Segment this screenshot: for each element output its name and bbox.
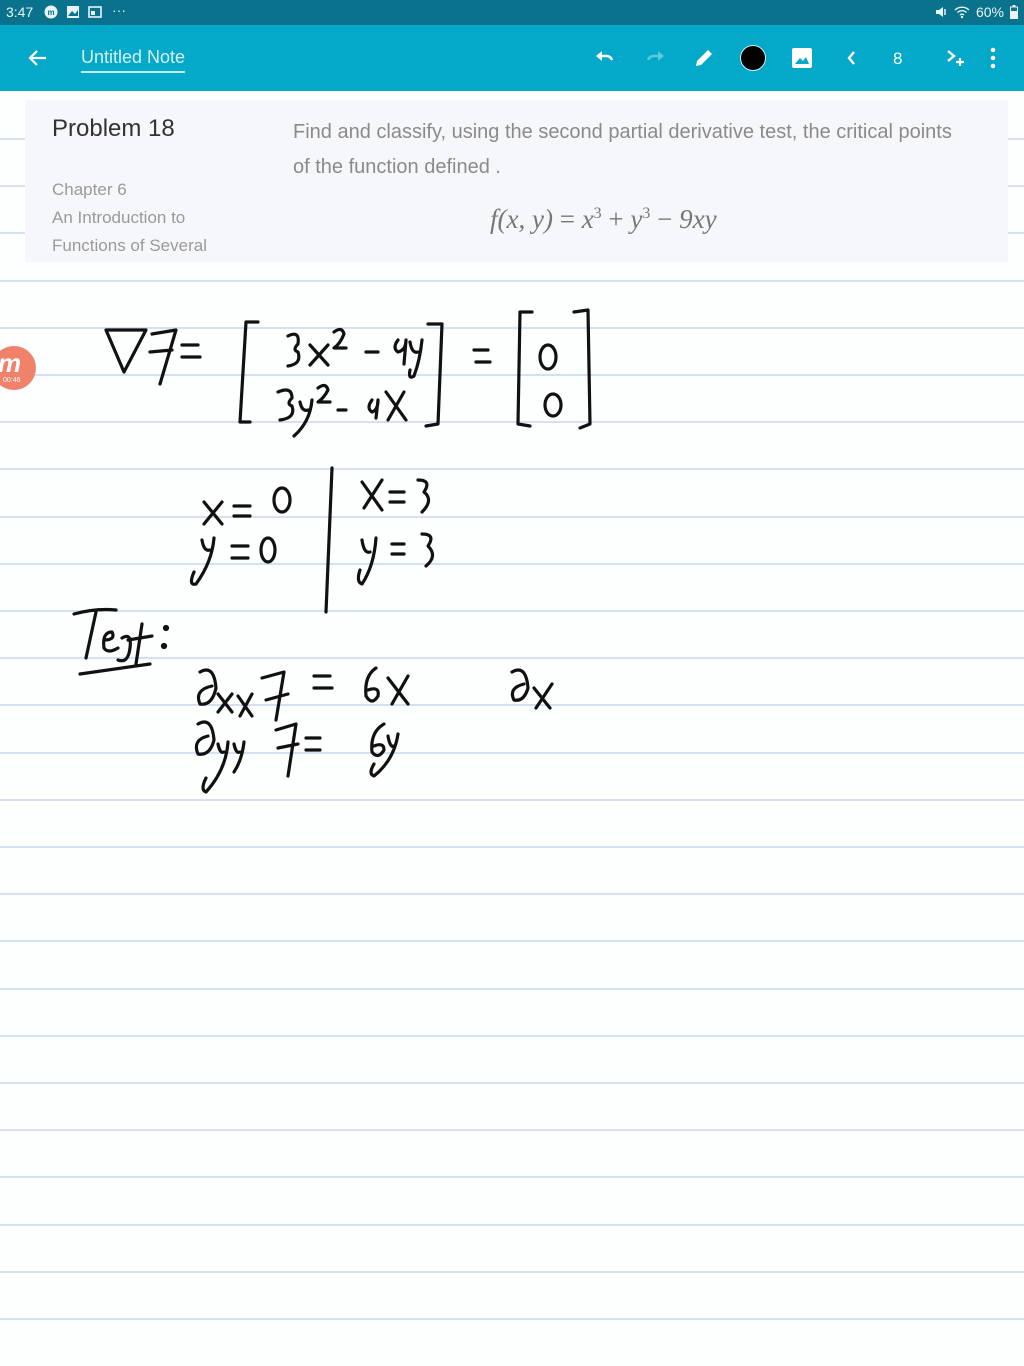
ink-gradient-row1 bbox=[286, 327, 424, 379]
ink-bracket-right bbox=[424, 322, 444, 428]
ink-partial-x bbox=[510, 668, 554, 710]
ink-zero-bracket-right bbox=[572, 308, 592, 430]
ink-bracket-left bbox=[238, 320, 260, 424]
ink-gradient-row2 bbox=[276, 383, 408, 438]
ink-divider bbox=[324, 466, 334, 614]
ink-solution1-x bbox=[202, 486, 292, 526]
ink-fxx bbox=[196, 666, 410, 722]
ink-solution1-y bbox=[189, 536, 277, 586]
ink-gradient-label bbox=[104, 328, 202, 386]
ink-equals bbox=[472, 348, 492, 364]
ink-solution2-y bbox=[356, 532, 435, 586]
ink-zero-row2 bbox=[543, 392, 563, 418]
ink-test-label bbox=[72, 607, 170, 676]
ink-zero-row1 bbox=[538, 343, 558, 371]
ink-zero-bracket-left bbox=[516, 310, 534, 428]
ink-fyy bbox=[194, 720, 400, 794]
ink-solution2-x bbox=[360, 478, 431, 514]
handwriting-layer bbox=[72, 308, 592, 794]
